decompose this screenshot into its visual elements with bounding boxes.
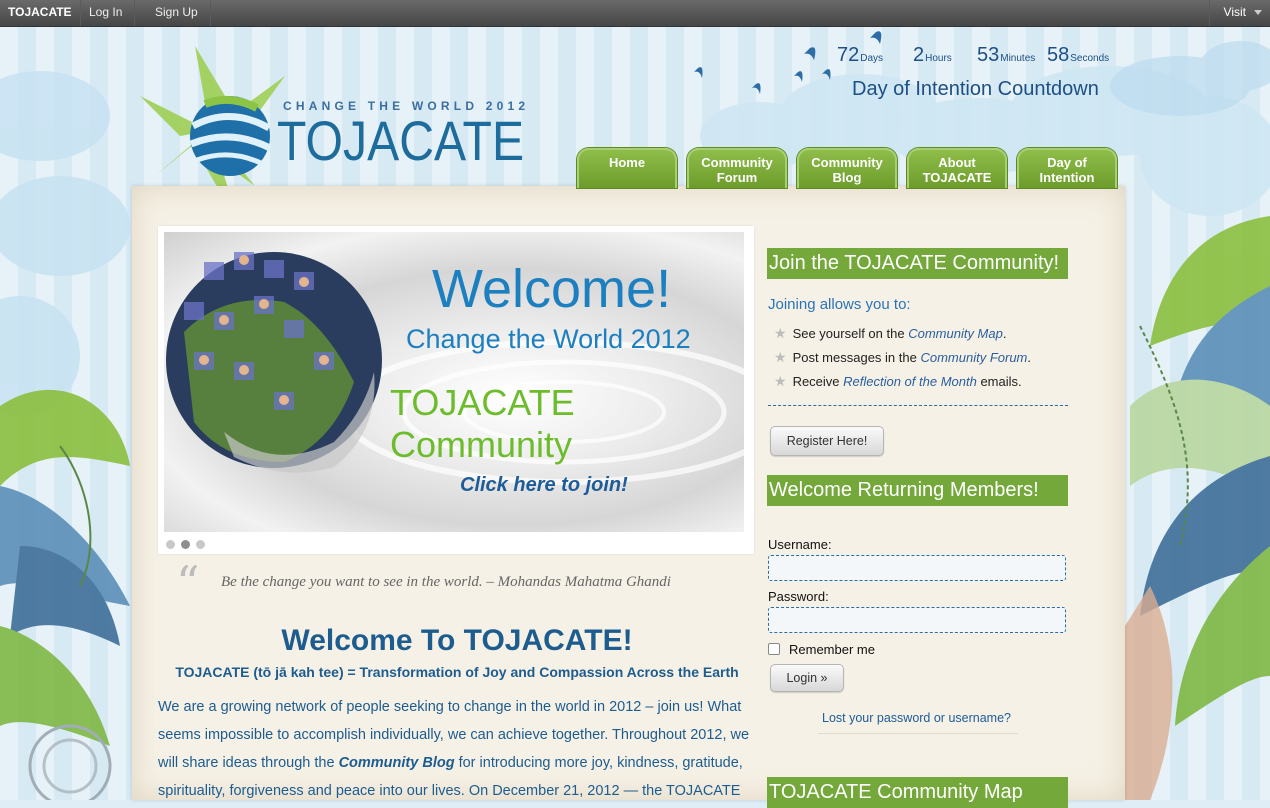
reflection-of-month-text: Reflection of the Month [843,374,977,389]
nav-tab-blog-label-2: Blog [832,170,862,185]
featured-slider[interactable]: Welcome! Change the World 2012 TOJACATE … [158,226,754,554]
nav-tab-blog-label-1: Community [811,155,883,170]
nav-tab-about[interactable]: About TOJACATE [907,148,1007,188]
countdown-hours: 2Hours [913,44,952,67]
nav-tab-forum-label-2: Forum [716,170,758,185]
join-heading: Join the TOJACATE Community! [767,248,1068,279]
password-label: Password: [768,589,829,604]
slider-pagination [166,536,211,554]
admin-bar-site-name[interactable]: TOJACATE [0,0,81,26]
community-map-link[interactable]: Community Map [908,326,1003,341]
benefit-text: Post messages in the [792,350,921,365]
countdown-minutes: 53Minutes [977,44,1035,67]
username-input[interactable] [769,556,1065,580]
community-map-heading: TOJACATE Community Map [767,777,1068,808]
divider [818,733,1018,734]
countdown-seconds-value: 58 [1047,44,1070,66]
benefit-text-end: . [1027,350,1032,365]
slide-community: TOJACATE Community [390,382,575,465]
username-label: Username: [768,537,832,552]
slider-dot-3[interactable] [196,540,205,549]
password-input[interactable] [769,608,1065,632]
community-forum-link[interactable]: Community Forum [920,350,1027,365]
username-field[interactable] [768,555,1066,581]
remember-me[interactable]: Remember me [768,642,875,657]
countdown-hours-value: 2 [913,44,925,66]
admin-bar: TOJACATE Log In Sign Up Visit [0,0,1270,27]
nav-tab-day-of-intention[interactable]: Day of Intention [1017,148,1117,188]
benefit-text: See yourself on the [792,326,909,341]
benefit-text: Receive [792,374,844,389]
slide-welcome-heading: Welcome! [432,259,672,319]
register-button[interactable]: Register Here! [770,426,884,456]
star-icon: ★ [774,373,787,389]
welcome-members-heading: Welcome Returning Members! [767,475,1068,506]
page-title: Welcome To TOJACATE! [281,624,633,657]
countdown-days-unit: Days [860,53,884,64]
quote-mark-icon: “ [176,556,200,610]
countdown-seconds-unit: Seconds [1070,53,1110,64]
login-link[interactable]: Log In [77,0,136,26]
remember-me-label: Remember me [789,642,875,657]
nav-tab-community-forum[interactable]: Community Forum [687,148,787,188]
countdown-hours-unit: Hours [925,53,952,64]
slide-join-link[interactable]: Click here to join! [460,474,628,497]
benefit-item: ★ Post messages in the Community Forum. [774,349,1031,366]
countdown-title: Day of Intention Countdown [852,78,1099,100]
logo-name: TOJACATE [277,109,525,172]
page-subtitle: TOJACATE (tō jā kah tee) = Transformatio… [175,664,739,680]
nav-tab-about-label-1: About [938,155,976,170]
login-button[interactable]: Login » [770,664,844,692]
nav-tab-community-blog[interactable]: Community Blog [797,148,897,188]
star-icon: ★ [774,349,787,365]
lost-password-link[interactable]: Lost your password or username? [822,711,1011,725]
password-field[interactable] [768,607,1066,633]
visit-label: Visit [1223,5,1246,19]
benefit-text-end: emails. [976,374,1022,389]
slide-welcome[interactable]: Welcome! Change the World 2012 TOJACATE … [164,232,744,532]
divider [768,405,1068,406]
community-blog-link[interactable]: Community Blog [339,755,455,771]
benefit-item: ★ See yourself on the Community Map. [774,325,1006,342]
nav-tab-forum-label-1: Community [701,155,773,170]
slide-subtitle: Change the World 2012 [406,324,691,354]
nav-tab-day-label-2: Intention [1039,170,1095,185]
intro-paragraph: We are a growing network of people seeki… [158,693,758,805]
benefit-item: ★ Receive Reflection of the Month emails. [774,373,1022,390]
countdown-minutes-value: 53 [977,44,1000,66]
slider-dot-1[interactable] [166,540,175,549]
countdown-days: 72Days [837,44,883,67]
countdown-seconds: 58Seconds [1047,44,1109,67]
joining-allows-text: Joining allows you to: [768,296,911,313]
countdown-minutes-unit: Minutes [1000,53,1036,64]
chevron-down-icon [1254,10,1262,15]
remember-me-checkbox[interactable] [768,643,780,655]
nav-tab-about-label-2: TOJACATE [922,170,992,185]
quote-text: Be the change you want to see in the wor… [221,574,671,590]
star-icon: ★ [774,325,787,341]
nav-tab-home-label-1: Home [608,155,646,170]
nav-tab-day-label-1: Day of [1047,155,1087,170]
visit-menu[interactable]: Visit [1208,0,1270,26]
benefit-text-end: . [1002,326,1007,341]
countdown-days-value: 72 [837,44,860,66]
signup-link[interactable]: Sign Up [143,0,211,26]
nav-tab-home[interactable]: Home [577,148,677,188]
slider-dot-2[interactable] [181,540,190,549]
